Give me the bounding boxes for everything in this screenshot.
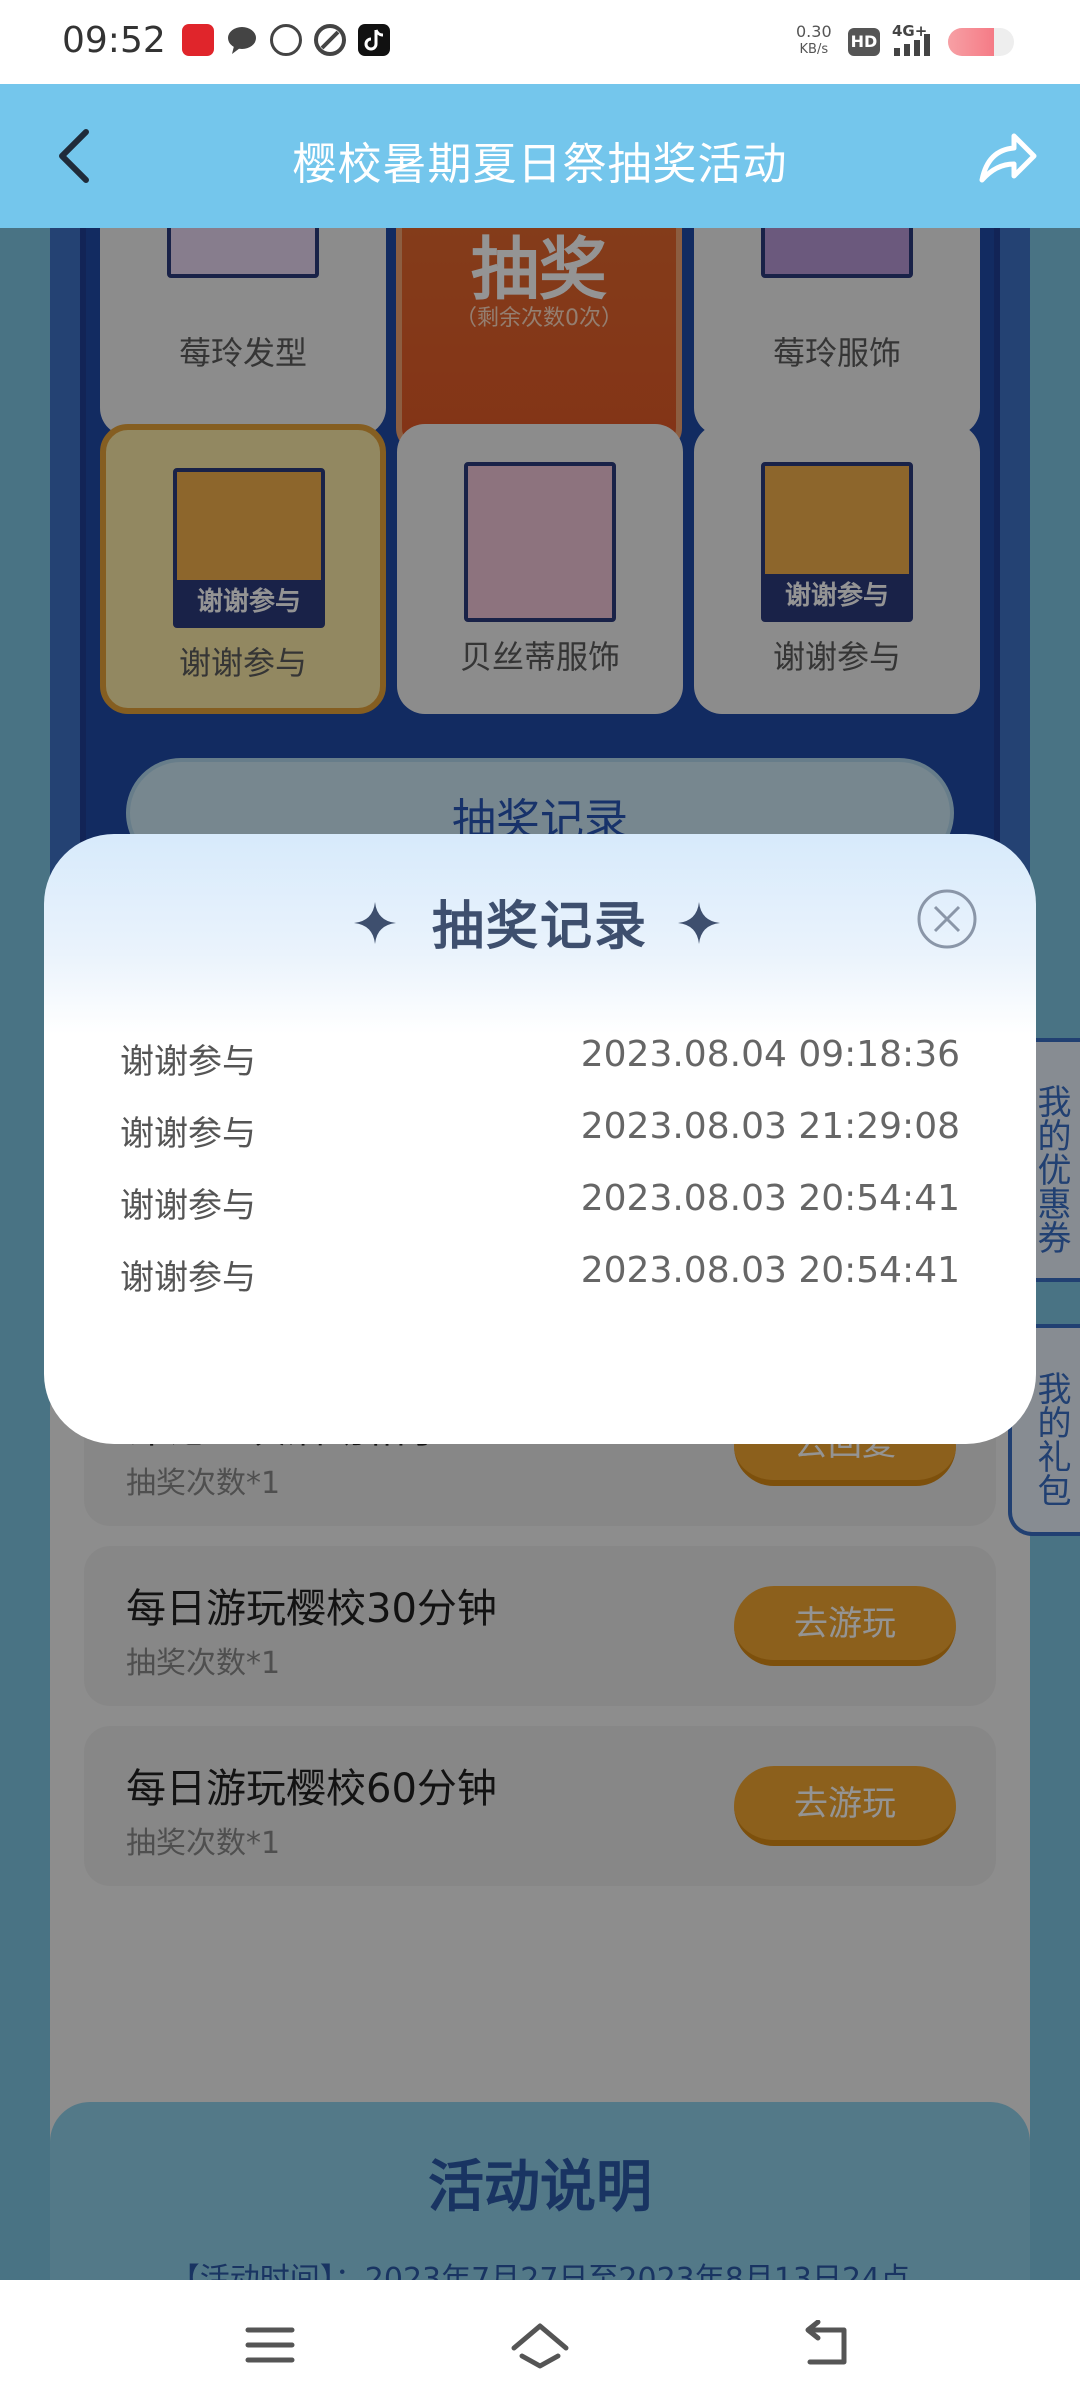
hand-icon bbox=[270, 24, 302, 56]
tiktok-icon bbox=[358, 24, 390, 56]
link-icon bbox=[314, 24, 346, 56]
record-time: 2023.08.03 20:54:41 bbox=[580, 1178, 960, 1219]
record-row: 谢谢参与 2023.08.03 20:54:41 bbox=[120, 1250, 960, 1300]
menu-icon[interactable] bbox=[240, 2320, 300, 2370]
message-bubble-icon bbox=[226, 24, 258, 56]
weibo-icon bbox=[182, 24, 214, 56]
battery-icon bbox=[948, 28, 1014, 56]
record-row: 谢谢参与 2023.08.03 21:29:08 bbox=[120, 1106, 960, 1156]
record-row: 谢谢参与 2023.08.04 09:18:36 bbox=[120, 1034, 960, 1084]
modal-title: 抽奖记录 bbox=[431, 897, 648, 957]
net-speed: 0.30 KB/s bbox=[796, 24, 832, 58]
app-header: 樱校暑期夏日祭抽奖活动 bbox=[0, 84, 1080, 228]
signal-icon: 4G+ bbox=[890, 22, 938, 58]
share-icon[interactable] bbox=[974, 124, 1040, 190]
lottery-record-modal: 抽奖记录 谢谢参与 2023.08.04 09:18:36 谢谢参与 2023.… bbox=[44, 834, 1036, 1444]
modal-header: 抽奖记录 bbox=[44, 884, 1036, 957]
record-time: 2023.08.04 09:18:36 bbox=[580, 1034, 960, 1075]
record-row: 谢谢参与 2023.08.03 20:54:41 bbox=[120, 1178, 960, 1228]
clock: 09:52 bbox=[62, 20, 166, 61]
back-nav-icon[interactable] bbox=[796, 2320, 856, 2370]
system-nav-bar bbox=[0, 2280, 1080, 2408]
hd-badge: HD bbox=[848, 28, 880, 56]
record-result: 谢谢参与 bbox=[120, 1186, 256, 1226]
sparkle-icon bbox=[678, 902, 720, 944]
record-time: 2023.08.03 20:54:41 bbox=[580, 1250, 960, 1291]
status-bar: 09:52 0.30 KB/s HD 4G+ bbox=[0, 0, 1080, 84]
record-result: 谢谢参与 bbox=[120, 1114, 256, 1154]
record-time: 2023.08.03 21:29:08 bbox=[580, 1106, 960, 1147]
record-result: 谢谢参与 bbox=[120, 1258, 256, 1298]
close-icon[interactable] bbox=[916, 888, 978, 950]
home-icon[interactable] bbox=[510, 2320, 570, 2370]
page-title: 樱校暑期夏日祭抽奖活动 bbox=[292, 139, 788, 190]
net-speed-unit: KB/s bbox=[799, 42, 829, 57]
net-speed-value: 0.30 bbox=[796, 22, 832, 41]
record-result: 谢谢参与 bbox=[120, 1042, 256, 1082]
